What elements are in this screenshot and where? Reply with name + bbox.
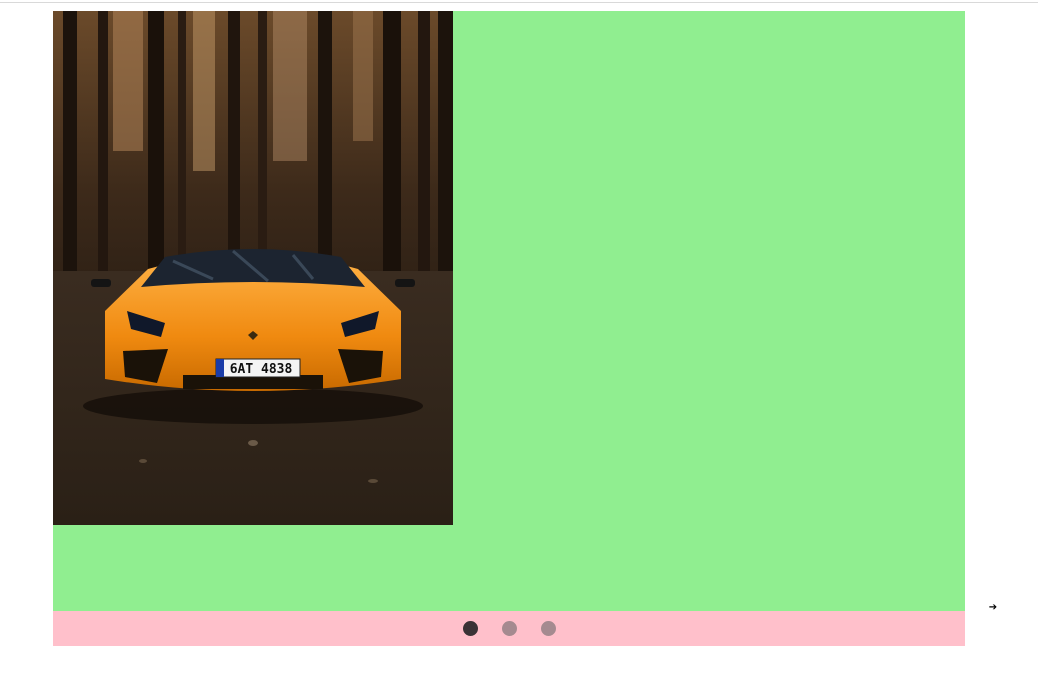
arrow-right-icon[interactable]: ➔ xyxy=(986,600,1000,616)
car-photo-illustration: 6AT 4838 xyxy=(53,11,453,525)
carousel-dot-3[interactable] xyxy=(541,621,556,636)
image-carousel: 6AT 4838 xyxy=(53,11,965,646)
carousel-pagination xyxy=(53,611,965,646)
carousel-dot-1[interactable] xyxy=(463,621,478,636)
slide-photo: 6AT 4838 xyxy=(53,11,453,525)
top-divider xyxy=(0,2,1038,3)
carousel-dot-2[interactable] xyxy=(502,621,517,636)
license-plate-text: 6AT 4838 xyxy=(230,362,293,377)
carousel-slide: 6AT 4838 xyxy=(53,11,965,611)
